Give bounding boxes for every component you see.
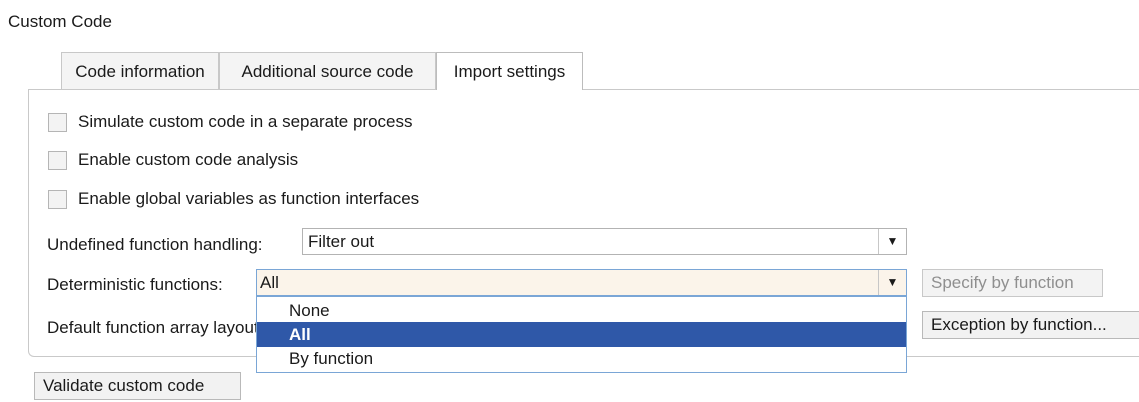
checkbox-label-code-analysis: Enable custom code analysis xyxy=(78,150,299,169)
checkbox-code-analysis[interactable] xyxy=(48,150,67,170)
dropdown-option-none[interactable]: None xyxy=(257,298,906,323)
option-label-by-function: By function xyxy=(289,349,374,368)
tab-code-information[interactable]: Code information xyxy=(61,52,219,89)
undefined-handling-value: Filter out xyxy=(308,232,375,251)
checkbox-global-variables[interactable] xyxy=(48,189,67,209)
deterministic-select[interactable]: All ▼ xyxy=(256,269,907,296)
deterministic-value: All xyxy=(260,273,279,292)
validate-custom-code-button[interactable]: Validate custom code xyxy=(34,372,241,400)
undefined-handling-select[interactable]: Filter out ▼ xyxy=(302,228,907,255)
deterministic-dropdown-list: None All By function xyxy=(256,296,907,373)
checkbox-label-separate-process: Simulate custom code in a separate proce… xyxy=(78,112,413,131)
chevron-down-icon: ▼ xyxy=(878,229,906,254)
option-label-all: All xyxy=(289,325,311,344)
checkbox-row-code-analysis: Enable custom code analysis xyxy=(48,148,298,172)
undefined-handling-label: Undefined function handling: xyxy=(47,235,263,254)
checkbox-row-global-variables: Enable global variables as function inte… xyxy=(48,187,419,211)
deterministic-label: Deterministic functions: xyxy=(47,275,223,294)
option-label-none: None xyxy=(289,301,330,320)
dropdown-option-all[interactable]: All xyxy=(257,322,906,347)
tab-import-settings[interactable]: Import settings xyxy=(436,52,583,90)
dropdown-option-by-function[interactable]: By function xyxy=(257,346,906,371)
specify-by-function-button[interactable]: Specify by function xyxy=(922,269,1103,297)
section-title: Custom Code xyxy=(8,12,112,31)
checkbox-row-separate-process: Simulate custom code in a separate proce… xyxy=(48,110,413,134)
chevron-down-icon: ▼ xyxy=(878,270,906,295)
checkbox-label-global-variables: Enable global variables as function inte… xyxy=(78,189,420,208)
checkbox-separate-process[interactable] xyxy=(48,112,67,132)
array-layout-label: Default function array layout: xyxy=(47,318,264,337)
tab-additional-source-code[interactable]: Additional source code xyxy=(219,52,436,89)
exception-by-function-button[interactable]: Exception by function... xyxy=(922,311,1139,339)
